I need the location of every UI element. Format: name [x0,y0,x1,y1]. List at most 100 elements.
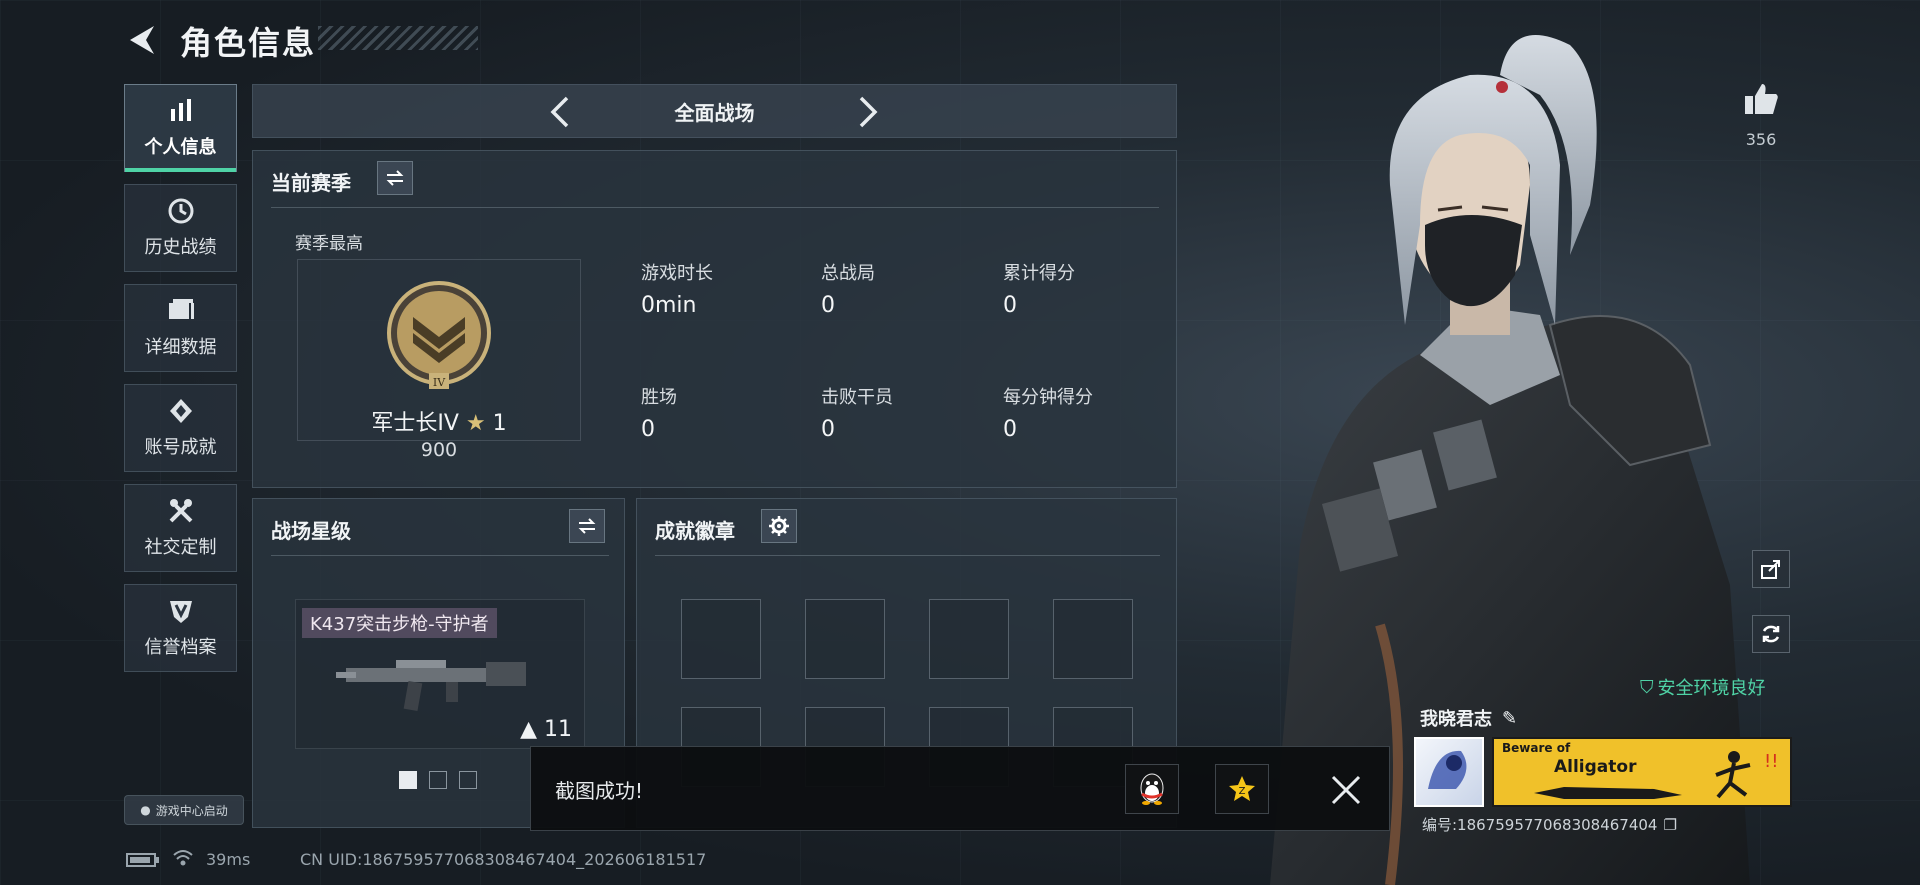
swap-button[interactable] [569,509,605,543]
page-dot[interactable] [459,771,477,789]
stat-label: 每分钟得分 [1003,387,1093,408]
weapon-card[interactable]: K437突击步枪-守护者 ▲ 11 [295,599,585,749]
player-id: 编号:186759577068308467404 [1422,816,1658,834]
chevron-right-icon[interactable] [853,95,883,129]
rank-emblem-icon: IV [387,281,491,389]
page-title: 角色信息 [180,24,317,62]
rank-points: 900 [420,439,458,461]
security-status: ⛉ 安全环境良好 [1640,674,1766,700]
achievement-icon [169,399,192,423]
stat-value: 0 [641,417,655,442]
avatar-image [1428,750,1467,789]
svg-text:Z: Z [1239,786,1246,797]
rank-name-row: 军士长IV ★ 1 [297,405,581,437]
ping-value: 39ms [206,850,251,869]
svg-text:IV: IV [433,376,446,389]
divider [271,555,609,556]
thumbs-up-icon[interactable] [1742,80,1780,118]
current-season-panel: 当前赛季 赛季最高 IV 军士长IV ★ 1 900 游戏时长 0min 总战局… [252,150,1177,488]
banner-line2: Alligator [1554,757,1637,777]
level-triangle-icon: ▲ [520,717,537,742]
badge-slot[interactable] [805,599,885,679]
gear-icon [769,516,789,536]
stat-label: 总战局 [821,263,875,284]
sidebar-item-personal-info[interactable]: 个人信息 [124,84,237,172]
alligator-icon [1534,787,1682,799]
sidebar-item-history[interactable]: 历史战绩 [124,184,237,272]
weapon-level-row: ▲ 11 [520,717,572,742]
stat-label: 胜场 [641,387,677,408]
rank-stars: 1 [492,411,507,436]
badge-slot[interactable] [681,599,761,679]
section-title: 当前赛季 [271,171,351,195]
stat-label: 击败干员 [821,387,893,408]
sidebar-item-reputation[interactable]: 信誉档案 [124,584,237,672]
likes-count: 356 [1745,130,1777,149]
sidebar-item-label: 社交定制 [144,537,217,558]
section-title: 战场星级 [271,519,351,543]
rank-name: 军士长IV [371,411,459,436]
share-button[interactable] [1752,550,1790,588]
sidebar-item-social[interactable]: 社交定制 [124,484,237,572]
stat-label: 游戏时长 [641,263,713,284]
weapon-level: 11 [544,717,572,742]
share-qzone-button[interactable]: Z [1215,764,1269,814]
launch-label: 游戏中心启动 [155,803,228,818]
player-name-row: 我晓君志 ✎ [1420,705,1517,731]
sidebar-item-label: 账号成就 [144,437,217,458]
sidebar-item-label: 详细数据 [144,337,217,358]
back-arrow-icon[interactable] [124,22,160,58]
running-figure-icon: !! [1715,751,1778,799]
uid-text: CN UID:186759577068308467404_20260618151… [300,850,707,869]
mode-selector: 全面战场 [252,84,1177,138]
folder-icon [168,299,194,319]
history-icon [168,198,193,224]
copy-icon[interactable]: ❐ [1663,816,1676,834]
sidebar-item-achievements[interactable]: 账号成就 [124,384,237,472]
mode-title: 全面战场 [674,101,755,125]
page-dot-active[interactable] [399,771,417,789]
swap-icon [386,170,404,186]
qq-penguin-icon [1140,773,1164,805]
screenshot-toast: 截图成功! Z [530,746,1390,831]
stat-value: 0 [821,293,835,318]
bar-chart-icon [170,99,191,121]
stat-value: 0 [821,417,835,442]
divider [655,555,1160,556]
badge-slot[interactable] [1053,599,1133,679]
sidebar-item-label: 信誉档案 [144,637,217,658]
security-text: 安全环境良好 [1657,678,1766,699]
section-title: 成就徽章 [655,519,735,543]
share-icon [1761,560,1780,579]
sidebar-item-label: 个人信息 [144,137,217,158]
share-qq-button[interactable] [1125,764,1179,814]
banner-line1: Beware of [1502,741,1571,755]
svg-text:!!: !! [1764,751,1778,772]
stat-value: 0 [1003,417,1017,442]
badge-settings-button[interactable] [761,509,797,543]
toast-message: 截图成功! [555,779,644,803]
security-shield-icon: ⛉ [1640,676,1654,698]
nameplate-banner[interactable]: Beware of Alligator !! [1492,737,1792,807]
header-decoration [318,26,478,50]
refresh-button[interactable] [1752,615,1790,653]
sidebar-item-label: 历史战绩 [144,237,217,258]
swap-icon [578,518,596,534]
close-icon[interactable] [1329,773,1363,807]
sidebar-item-details[interactable]: 详细数据 [124,284,237,372]
avatar[interactable] [1414,737,1484,807]
page-dot[interactable] [429,771,447,789]
refresh-icon [1762,625,1780,643]
stat-label: 累计得分 [1003,263,1075,284]
player-name: 我晓君志 [1420,709,1492,730]
qq-icon: ● [140,803,151,817]
game-center-launch-button[interactable]: ● 游戏中心启动 [124,795,244,825]
divider [271,207,1159,208]
player-id-row: 编号:186759577068308467404 ❐ [1422,814,1677,835]
stat-value: 0 [1003,293,1017,318]
rifle-icon [336,660,526,712]
swap-button[interactable] [377,161,413,195]
badge-slot[interactable] [929,599,1009,679]
edit-pencil-icon[interactable]: ✎ [1502,708,1517,729]
weapon-name: K437突击步枪-守护者 [302,608,497,638]
